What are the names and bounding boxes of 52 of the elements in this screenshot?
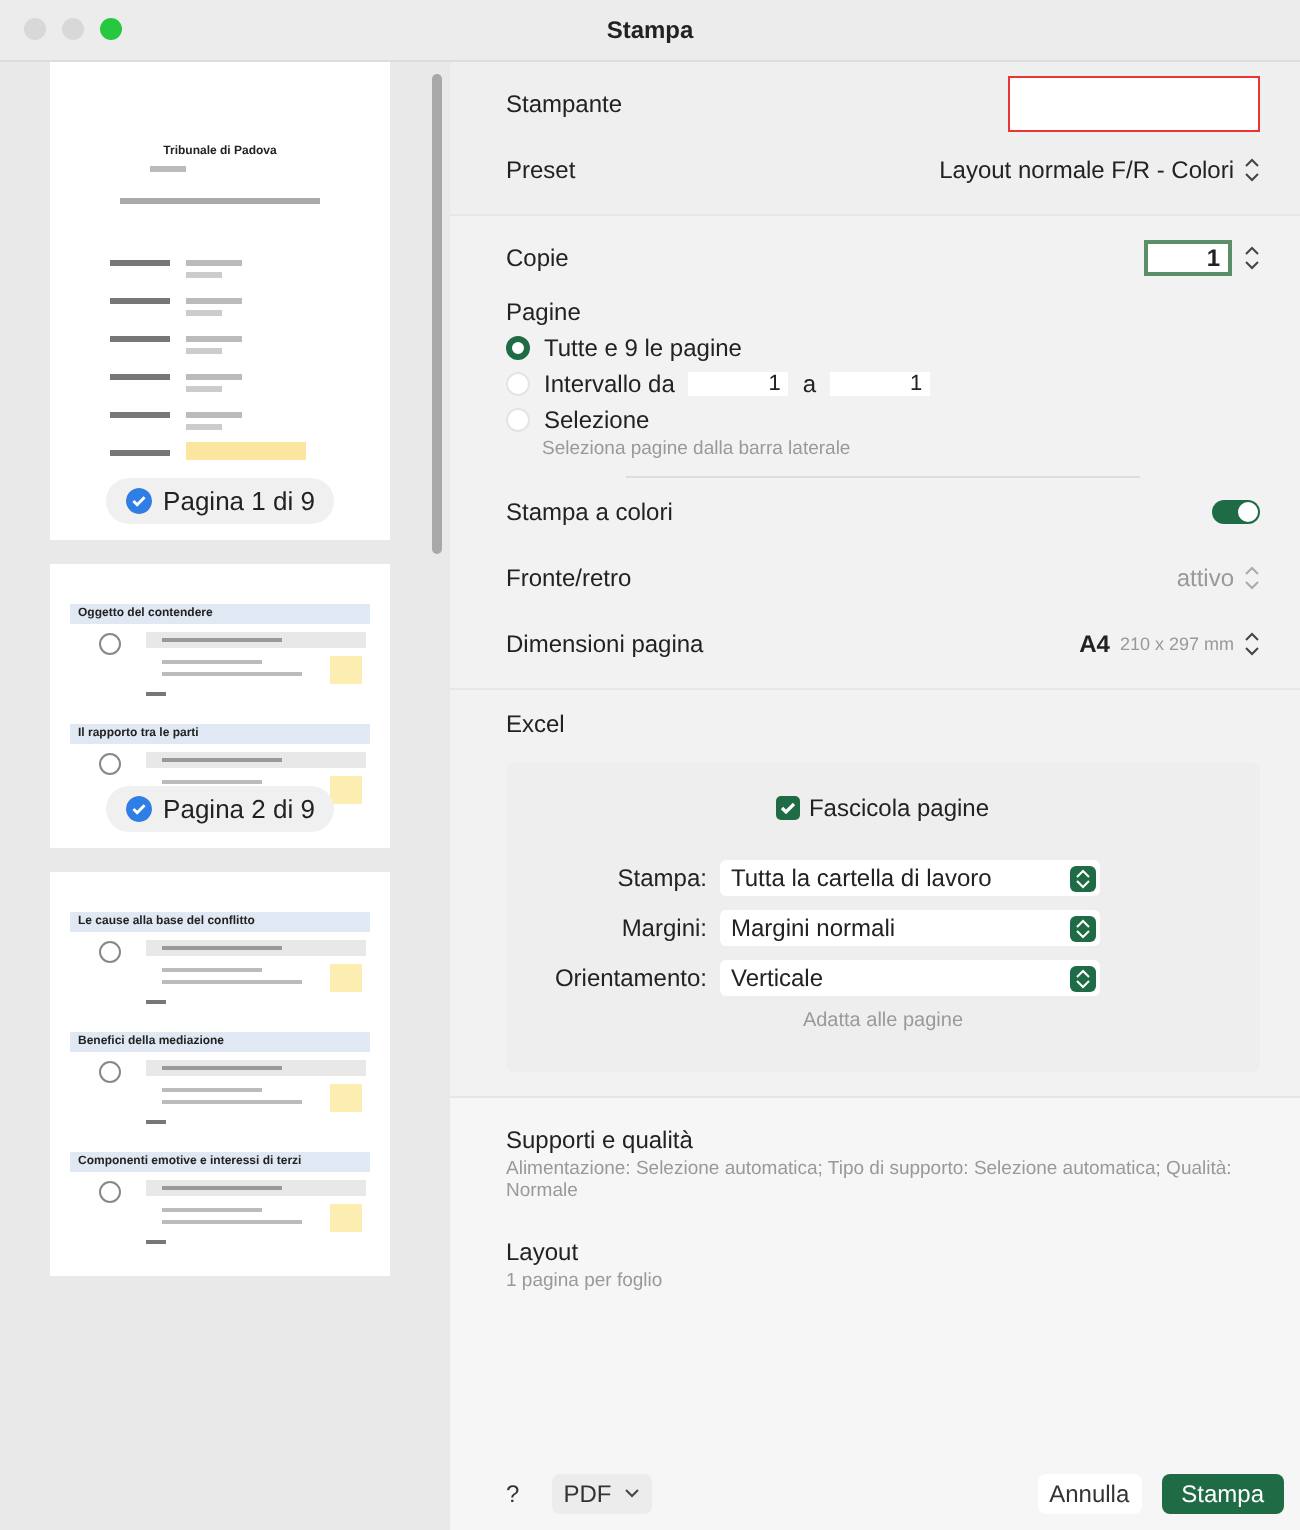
page-label: Pagina 2 di 9 [163,794,315,824]
preset-label: Preset [506,155,576,183]
pages-label: Pagine [506,298,583,326]
color-print-label: Stampa a colori [506,497,673,525]
section-title[interactable]: Supporti e qualità [506,1126,1260,1154]
chevron-icon[interactable] [1069,965,1095,991]
checkmark-icon[interactable] [125,488,152,514]
duplex-label: Fronte/retro [506,563,632,591]
range-to-field[interactable]: 1 [830,372,931,396]
section-title: Excel [506,710,567,738]
chevron-icon[interactable] [1069,865,1095,891]
page-label: Pagina 1 di 9 [163,486,315,516]
cancel-button[interactable]: Annulla [1037,1474,1142,1514]
printer-label: Stampante [506,89,623,117]
print-button[interactable]: Stampa [1161,1474,1284,1514]
chevron-down-icon [623,1488,640,1500]
radio-button[interactable] [506,336,530,360]
select-label: Margini: [619,914,707,942]
range-separator: a [802,370,817,398]
option-label: Intervallo da [544,370,675,398]
chevron-icon[interactable] [1244,631,1260,655]
section-summary: Alimentazione: Selezione automatica; Tipo di supporto: Selezione automatica; Qualità: Normale [506,1158,1234,1202]
select-field[interactable]: Margini normali [719,910,1099,946]
copies-field[interactable]: 1 [1144,239,1232,275]
page-badge[interactable]: Pagina 1 di 9 [105,478,335,524]
copies-label: Copie [506,243,569,271]
select-label: Orientamento: [552,964,707,992]
checkbox-label: Fascicola pagine [808,794,990,822]
select-field[interactable]: Verticale [719,960,1099,996]
section-title[interactable]: Layout [506,1238,1260,1266]
checkmark-icon[interactable] [125,796,152,822]
paper-size-detail: 210 x 297 mm [1119,633,1234,653]
printer-field[interactable] [1008,75,1260,131]
paper-size-value[interactable]: A4 [1079,629,1110,657]
page-badge[interactable]: Pagina 2 di 9 [105,786,335,832]
select-label: Stampa: [615,864,707,892]
window-title: Stampa [606,16,694,44]
pdf-button[interactable]: PDF [551,1474,652,1514]
checkbox[interactable] [776,796,801,820]
option-label: Selezione [544,406,650,434]
section-summary: 1 pagina per foglio [506,1270,665,1292]
chevron-icon[interactable] [1244,157,1260,181]
preset-popup[interactable]: Layout normale F/R - Colori [939,155,1234,183]
chevron-icon[interactable] [1069,915,1095,941]
stepper-icon[interactable] [1244,243,1260,271]
option-hint: Seleziona pagine dalla barra laterale [540,438,853,460]
select-field[interactable]: Tutta la cartella di lavoro [719,860,1099,896]
toggle-switch[interactable] [1212,499,1260,523]
range-from-field[interactable]: 1 [688,372,789,396]
option-label: Tutte e 9 le pagine [544,334,742,362]
scrollbar[interactable] [432,74,442,554]
paper-size-label: Dimensioni pagina [506,629,704,657]
